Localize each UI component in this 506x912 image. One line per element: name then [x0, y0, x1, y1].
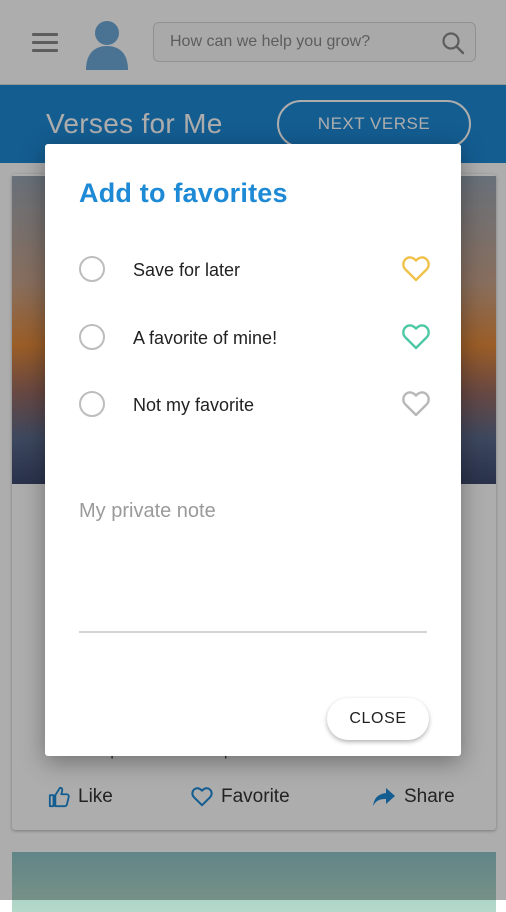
option-a-favorite-of-mine[interactable]: A favorite of mine! — [79, 320, 431, 356]
option-label: Save for later — [133, 260, 241, 280]
heart-outline-icon — [402, 256, 430, 282]
heart-outline-icon — [402, 391, 430, 417]
radio-button[interactable] — [79, 391, 105, 417]
option-not-my-favorite[interactable]: Not my favorite — [79, 387, 431, 423]
option-save-for-later[interactable]: Save for later — [79, 252, 431, 288]
private-note-input[interactable] — [79, 496, 427, 526]
dialog-title: Add to favorites — [79, 178, 288, 208]
option-label: Not my favorite — [133, 395, 255, 415]
radio-button[interactable] — [79, 256, 105, 282]
close-button[interactable]: CLOSE — [327, 698, 429, 740]
note-underline — [79, 631, 427, 633]
radio-button[interactable] — [79, 324, 105, 350]
option-label: A favorite of mine! — [133, 328, 278, 348]
heart-outline-icon — [402, 324, 430, 350]
add-to-favorites-dialog: Add to favorites Save for later A favori… — [45, 144, 461, 756]
